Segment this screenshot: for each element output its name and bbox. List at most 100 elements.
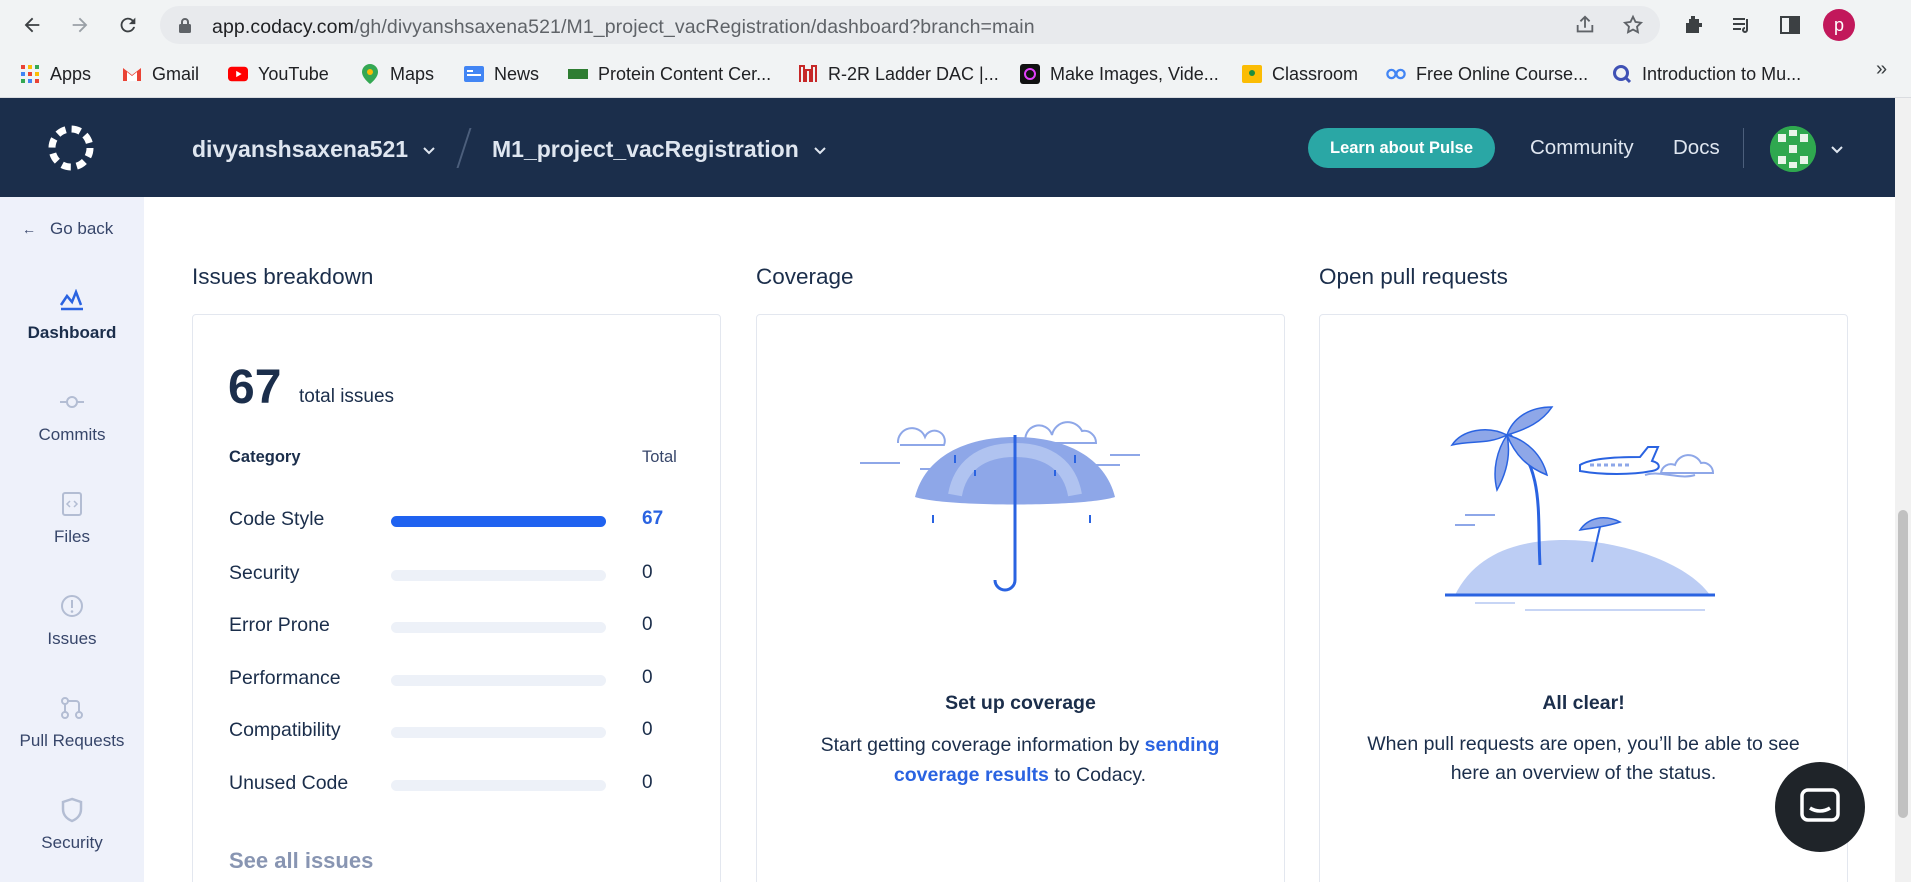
sidebar-item-security[interactable]: Security (0, 797, 144, 853)
extensions-icon[interactable] (1682, 13, 1706, 37)
bookmarks-overflow-icon[interactable]: » (1876, 58, 1887, 81)
profile-avatar[interactable]: p (1823, 9, 1855, 41)
file-icon (59, 491, 85, 517)
issues-breakdown-title: Issues breakdown (192, 264, 374, 289)
total-issues-count: 67 (228, 361, 282, 414)
issue-count: 0 (642, 719, 653, 740)
chevron-down-icon (423, 146, 435, 154)
issue-row-performance[interactable]: Performance 0 (229, 665, 689, 695)
bookmark-protein[interactable]: Protein Content Cer... (568, 62, 771, 86)
news-icon (464, 64, 484, 84)
repo-selector[interactable]: M1_project_vacRegistration (492, 136, 827, 163)
see-all-issues-link[interactable]: See all issues (229, 848, 373, 874)
setup-coverage-heading: Set up coverage (945, 692, 1096, 714)
side-panel-icon[interactable] (1778, 13, 1802, 37)
sidebar-item-files[interactable]: Files (0, 491, 144, 547)
maps-icon (360, 64, 380, 84)
dashboard-icon (59, 287, 85, 313)
back-icon[interactable] (16, 9, 48, 41)
bookmark-intro-mu[interactable]: Introduction to Mu... (1612, 62, 1801, 86)
progress-track (391, 570, 606, 581)
codacy-logo-icon[interactable] (46, 123, 96, 173)
bookmark-news[interactable]: News (464, 62, 539, 86)
progress-track (391, 622, 606, 633)
site-icon (568, 64, 588, 84)
issue-count: 0 (642, 614, 653, 635)
share-icon[interactable] (1574, 14, 1596, 36)
pull-requests-description: When pull requests are open, you’ll be a… (1367, 733, 1800, 784)
arrow-left-icon: ← (22, 221, 36, 237)
progress-track (391, 780, 606, 791)
site-icon (1386, 64, 1406, 84)
issue-row-compatibility[interactable]: Compatibility 0 (229, 717, 689, 747)
issue-row-security[interactable]: Security 0 (229, 560, 689, 590)
pull-request-icon (59, 695, 85, 721)
issue-icon (59, 593, 85, 619)
coverage-title: Coverage (756, 264, 854, 289)
category-column-header: Category (229, 448, 301, 466)
docs-link[interactable]: Docs (1673, 136, 1720, 160)
gmail-icon (122, 64, 142, 84)
island-illustration (1445, 406, 1715, 611)
shield-icon (59, 797, 85, 823)
page-scrollbar[interactable] (1895, 98, 1911, 882)
progress-track (391, 516, 606, 527)
breadcrumb-divider (456, 128, 472, 168)
media-control-icon[interactable] (1730, 13, 1754, 37)
total-issues-label: total issues (299, 386, 395, 407)
learn-about-pulse-button[interactable]: Learn about Pulse (1308, 128, 1495, 168)
issue-count-link[interactable]: 67 (642, 508, 663, 530)
chevron-down-icon[interactable] (1830, 142, 1844, 156)
open-pull-requests-title: Open pull requests (1319, 264, 1508, 289)
bookmark-classroom[interactable]: Classroom (1242, 62, 1358, 86)
apps-grid-icon (20, 64, 40, 84)
chat-icon (1800, 788, 1840, 822)
issue-row-code-style[interactable]: Code Style 67 (229, 506, 689, 536)
scrollbar-thumb[interactable] (1898, 510, 1908, 818)
commit-icon (59, 389, 85, 415)
sidebar: ← Go back Dashboard Commits Files Issues… (0, 197, 144, 882)
issue-count: 0 (642, 772, 653, 793)
user-avatar[interactable] (1770, 126, 1816, 172)
total-column-header: Total (642, 448, 677, 466)
chevron-down-icon (814, 146, 826, 154)
community-link[interactable]: Community (1530, 136, 1634, 160)
bookmark-r2r[interactable]: R-2R Ladder DAC |... (798, 62, 999, 86)
sidebar-item-issues[interactable]: Issues (0, 593, 144, 649)
coverage-description: Start getting coverage information by se… (820, 734, 1220, 786)
progress-track (391, 675, 606, 686)
bookmarks-bar: Apps Gmail YouTube Maps News Protein Con… (0, 50, 1911, 98)
bookmark-gmail[interactable]: Gmail (122, 62, 199, 86)
youtube-icon (228, 64, 248, 84)
app-header: divyanshsaxena521 M1_project_vacRegistra… (0, 98, 1895, 197)
site-icon (1612, 64, 1632, 84)
url-text: app.codacy.com/gh/divyanshsaxena521/M1_p… (212, 16, 1035, 38)
bookmark-apps[interactable]: Apps (20, 62, 91, 86)
bookmark-maps[interactable]: Maps (360, 62, 434, 86)
sidebar-item-commits[interactable]: Commits (0, 389, 144, 445)
issue-row-unused-code[interactable]: Unused Code 0 (229, 770, 689, 800)
go-back-link[interactable]: ← Go back (22, 219, 113, 239)
forward-icon[interactable] (64, 9, 96, 41)
org-selector[interactable]: divyanshsaxena521 (192, 136, 436, 163)
address-bar[interactable]: app.codacy.com/gh/divyanshsaxena521/M1_p… (160, 6, 1660, 44)
issue-count: 0 (642, 667, 653, 688)
site-icon (1020, 64, 1040, 84)
issue-count: 0 (642, 562, 653, 583)
sidebar-item-pull-requests[interactable]: Pull Requests (0, 695, 144, 751)
bookmark-free-online[interactable]: Free Online Course... (1386, 62, 1588, 86)
bookmark-make-images[interactable]: Make Images, Vide... (1020, 62, 1219, 86)
classroom-icon (1242, 64, 1262, 84)
site-icon (798, 64, 818, 84)
bookmark-youtube[interactable]: YouTube (228, 62, 329, 86)
sidebar-item-dashboard[interactable]: Dashboard (0, 287, 144, 343)
browser-toolbar: app.codacy.com/gh/divyanshsaxena521/M1_p… (0, 0, 1911, 50)
chat-launcher-button[interactable] (1775, 762, 1865, 852)
issue-row-error-prone[interactable]: Error Prone 0 (229, 612, 689, 642)
bookmark-star-icon[interactable] (1622, 14, 1644, 36)
all-clear-heading: All clear! (1542, 692, 1625, 714)
umbrella-illustration (860, 421, 1140, 592)
lock-icon (178, 17, 192, 39)
header-divider (1743, 128, 1744, 168)
reload-icon[interactable] (112, 9, 144, 41)
